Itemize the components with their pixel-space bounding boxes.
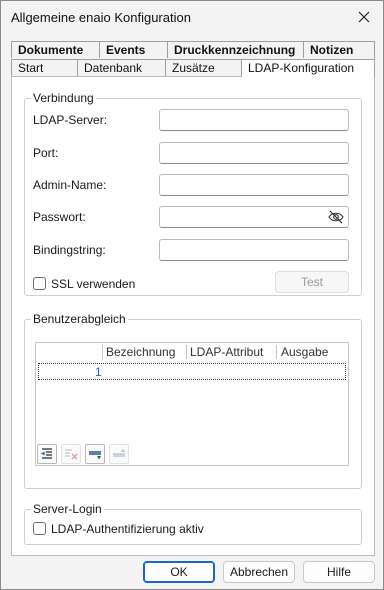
benutzerabgleich-group: Benutzerabgleich Bezeichnung LDAP-Attrib…: [24, 312, 362, 489]
arrow-up-icon: [113, 448, 125, 457]
port-input[interactable]: [160, 143, 348, 163]
tab-notizen[interactable]: Notizen: [303, 41, 375, 58]
arrow-down-icon: [89, 451, 101, 460]
tab-zusaetze[interactable]: Zusätze: [165, 59, 243, 76]
column-separator[interactable]: [276, 345, 277, 359]
tab-events[interactable]: Events: [99, 41, 169, 58]
test-button[interactable]: Test: [275, 271, 349, 293]
row-number: 1: [95, 365, 102, 379]
close-icon: [358, 11, 370, 23]
cancel-button[interactable]: Abbrechen: [223, 561, 295, 583]
benutzerabgleich-legend: Benutzerabgleich: [31, 312, 128, 326]
port-label: Port:: [33, 146, 59, 160]
tab-dokumente[interactable]: Dokumente: [11, 41, 101, 58]
delete-row-icon: [65, 449, 78, 460]
tab-druckkennzeichnung[interactable]: Druckkennzeichnung: [167, 41, 305, 58]
password-input[interactable]: [160, 207, 348, 227]
list-import-icon: [41, 448, 52, 459]
table-row[interactable]: 1: [38, 363, 346, 380]
close-button[interactable]: [351, 5, 377, 29]
configuration-dialog: Allgemeine enaio Konfiguration Dokumente…: [0, 0, 384, 590]
ldap-server-input[interactable]: [160, 110, 348, 130]
column-separator[interactable]: [102, 345, 103, 359]
column-header-ldap-attribut[interactable]: LDAP-Attribut: [190, 345, 263, 359]
column-header-bezeichnung[interactable]: Bezeichnung: [106, 345, 175, 359]
help-button[interactable]: Hilfe: [303, 561, 375, 583]
ssl-label: SSL verwenden: [51, 277, 136, 291]
grid-header: Bezeichnung LDAP-Attribut Ausgabe: [36, 343, 348, 361]
port-field[interactable]: [159, 142, 349, 164]
admin-name-input[interactable]: [160, 175, 348, 195]
ldap-auth-checkbox[interactable]: [33, 522, 46, 535]
tab-panel-ldap: Verbindung LDAP-Server: Port: Admin-Name…: [11, 76, 375, 556]
tab-datenbank[interactable]: Datenbank: [77, 59, 167, 76]
column-separator[interactable]: [186, 345, 187, 359]
password-field[interactable]: [159, 206, 349, 228]
server-login-legend: Server-Login: [31, 502, 104, 516]
move-up-button[interactable]: [109, 444, 129, 464]
import-attributes-button[interactable]: [37, 444, 57, 464]
ok-button[interactable]: OK: [143, 561, 215, 583]
verbindung-group: Verbindung LDAP-Server: Port: Admin-Name…: [24, 91, 362, 296]
delete-row-button[interactable]: [61, 444, 81, 464]
admin-name-field[interactable]: [159, 174, 349, 196]
tab-start[interactable]: Start: [11, 59, 79, 76]
window-title: Allgemeine enaio Konfiguration: [11, 10, 191, 25]
attribute-mapping-grid[interactable]: Bezeichnung LDAP-Attribut Ausgabe 1: [35, 342, 349, 466]
verbindung-legend: Verbindung: [31, 91, 96, 105]
title-bar: Allgemeine enaio Konfiguration: [1, 1, 383, 33]
ldap-server-field[interactable]: [159, 109, 349, 131]
tab-ldap-konfiguration[interactable]: LDAP-Konfiguration: [241, 59, 375, 77]
bindingstring-field[interactable]: [159, 239, 349, 261]
bindingstring-input[interactable]: [160, 240, 348, 260]
password-label: Passwort:: [33, 210, 86, 224]
bindingstring-label: Bindingstring:: [33, 243, 106, 257]
hide-password-icon[interactable]: [328, 210, 344, 224]
server-login-group: Server-Login LDAP-Authentifizierung akti…: [24, 502, 362, 545]
move-down-button[interactable]: [85, 444, 105, 464]
ldap-auth-label: LDAP-Authentifizierung aktiv: [51, 522, 204, 536]
ssl-checkbox[interactable]: [33, 277, 46, 290]
admin-name-label: Admin-Name:: [33, 178, 107, 192]
column-header-ausgabe[interactable]: Ausgabe: [281, 345, 328, 359]
ldap-server-label: LDAP-Server:: [33, 113, 108, 127]
